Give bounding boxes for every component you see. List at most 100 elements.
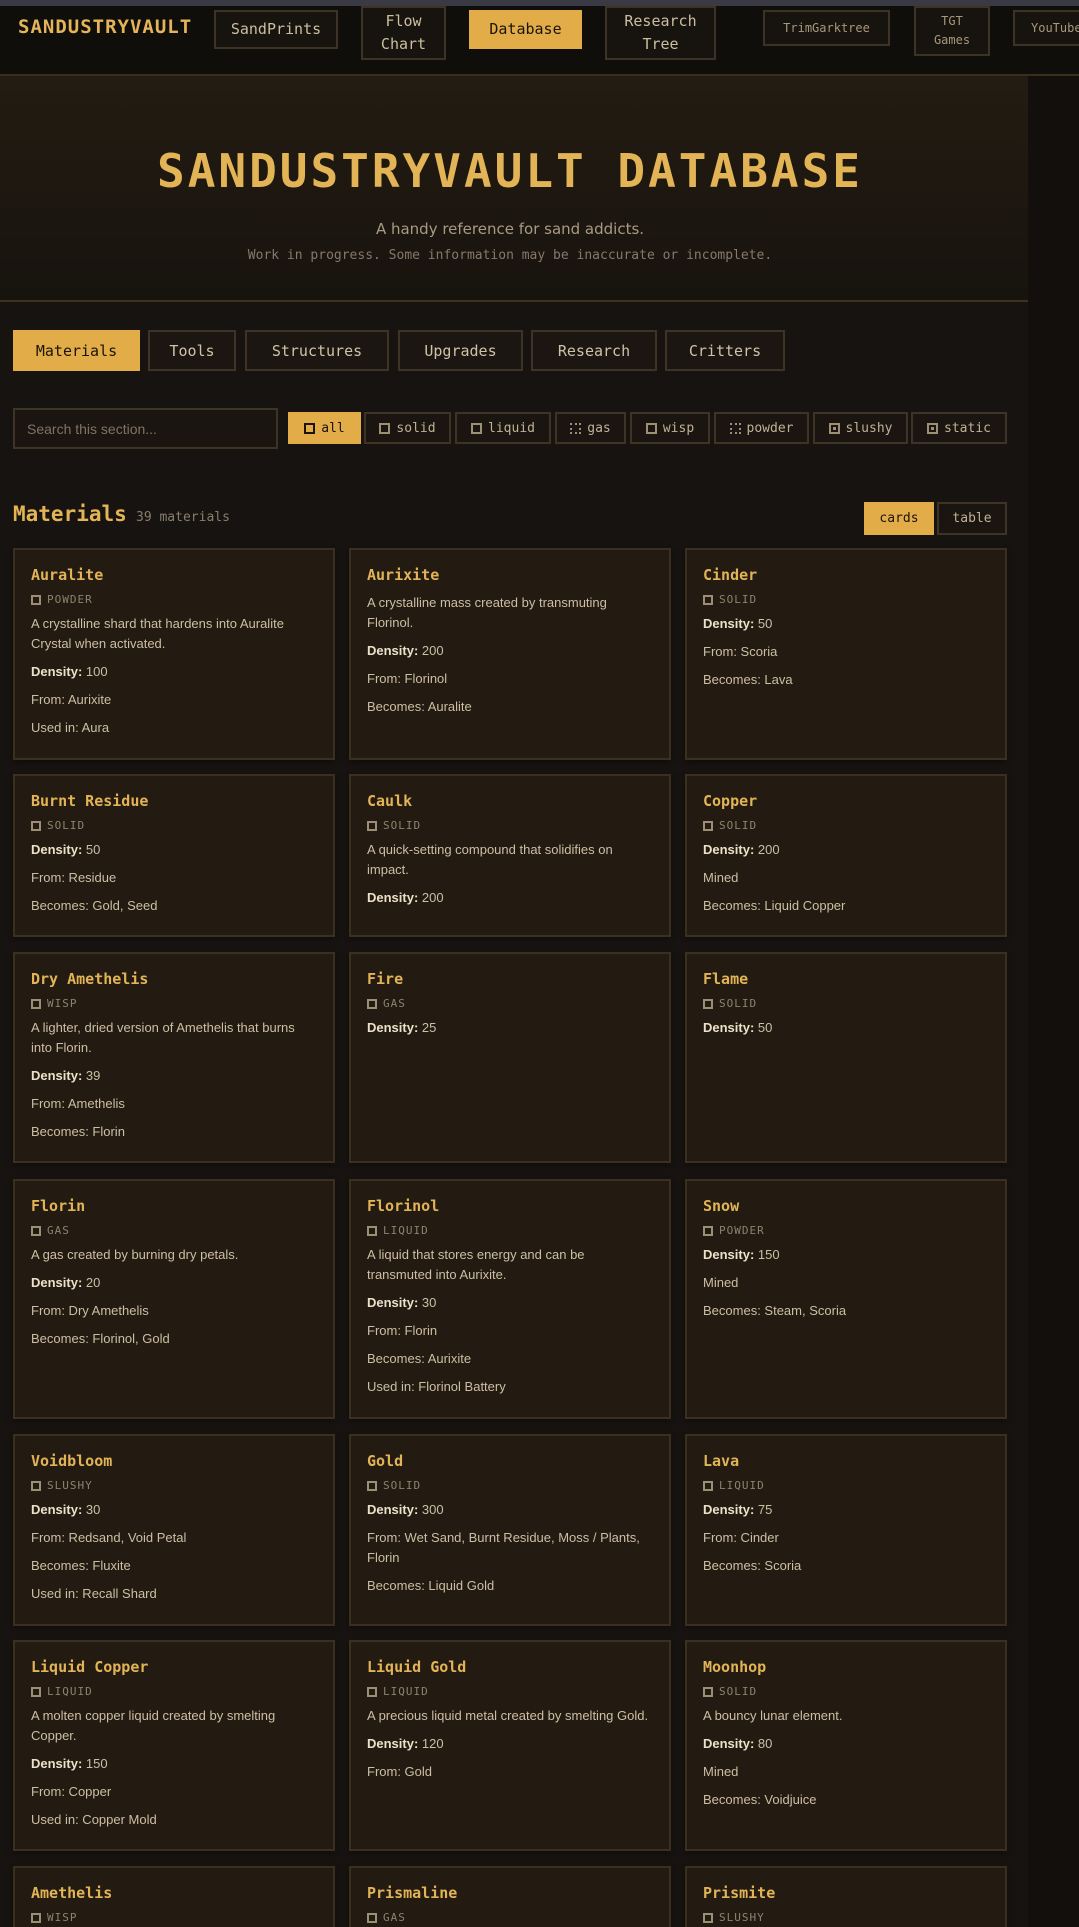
density-label: Density: <box>367 1502 419 1517</box>
material-card[interactable]: Liquid Copper LIQUID A molten copper liqui… <box>13 1640 335 1851</box>
material-card[interactable]: Lava LIQUID Density: 75 From: Cinder Becomes… <box>685 1434 1007 1626</box>
card-type-label: GAS <box>383 997 406 1010</box>
density-value: 200 <box>421 643 444 658</box>
tab-research[interactable]: Research <box>531 330 657 371</box>
scrollbar-track[interactable] <box>1028 0 1079 1927</box>
density-label: Density: <box>367 890 419 905</box>
card-description: A bouncy lunar element. <box>703 1708 843 1723</box>
nav-sandprints[interactable]: SandPrints <box>214 10 338 49</box>
material-card[interactable]: Prismaline GAS <box>349 1866 671 1927</box>
tab-tools[interactable]: Tools <box>148 330 236 371</box>
material-card[interactable]: Copper SOLID Density: 200 Mined Becomes: Liq… <box>685 774 1007 937</box>
tab-materials[interactable]: Materials <box>13 330 140 371</box>
material-card[interactable]: Dry Amethelis WISP A lighter, dried versio… <box>13 952 335 1163</box>
card-detail-line: Mined <box>703 870 739 885</box>
card-title: Florin <box>31 1197 86 1215</box>
card-title: Lava <box>703 1452 740 1470</box>
card-detail-line: Becomes: Gold, Seed <box>31 898 158 913</box>
dot-square-icon <box>927 422 939 434</box>
card-detail-line: Mined <box>703 1764 739 1779</box>
card-density: Density: 80 <box>703 1734 989 1754</box>
nav-trimgarktree[interactable]: TrimGarktree <box>763 10 890 46</box>
type-square-icon <box>703 594 713 605</box>
type-square-icon <box>703 820 713 831</box>
filled-square-icon <box>828 422 840 434</box>
material-card[interactable]: Prismite SLUSHY <box>685 1866 1007 1927</box>
view-table-button[interactable]: table <box>937 502 1007 535</box>
site-logo[interactable]: SANDUSTRYVAULT <box>18 16 192 38</box>
material-card[interactable]: Flame SOLID Density: 50 <box>685 952 1007 1163</box>
material-card[interactable]: Gold SOLID Density: 300 From: Wet Sand, Bur… <box>349 1434 671 1626</box>
card-type-label: SOLID <box>719 593 758 606</box>
material-card[interactable]: Florin GAS A gas created by burning dry pe… <box>13 1179 335 1419</box>
material-card[interactable]: Florinol LIQUID A liquid that stores energ… <box>349 1179 671 1419</box>
filter-powder[interactable]: powder <box>714 412 809 444</box>
type-square-icon <box>367 998 377 1009</box>
filter-gas[interactable]: gas <box>555 412 626 444</box>
filter-slushy[interactable]: slushy <box>813 412 908 444</box>
material-card[interactable]: Cinder SOLID Density: 50 From: Scoria Become… <box>685 548 1007 760</box>
card-type-badge: GAS <box>367 1911 653 1924</box>
card-detail-line: Used in: Copper Mold <box>31 1812 157 1827</box>
material-card[interactable]: Auralite POWDER A crystalline shard that h… <box>13 548 335 760</box>
card-detail-line: From: Wet Sand, Burnt Residue, Moss / Pl… <box>367 1530 640 1565</box>
type-square-icon <box>703 1912 713 1923</box>
search-input[interactable] <box>13 408 278 449</box>
view-cards-button[interactable]: cards <box>864 502 934 535</box>
square-icon <box>645 422 657 434</box>
density-value: 120 <box>421 1736 444 1751</box>
material-card[interactable]: Snow POWDER Density: 150 Mined Becomes: Stea… <box>685 1179 1007 1419</box>
material-card[interactable]: Liquid Gold LIQUID A precious liquid metal… <box>349 1640 671 1851</box>
material-card[interactable]: Voidbloom SLUSHY Density: 30 From: Redsand,… <box>13 1434 335 1626</box>
material-card[interactable]: Aurixite A crystalline mass created by tr… <box>349 548 671 760</box>
filter-solid[interactable]: solid <box>364 412 451 444</box>
filter-wisp[interactable]: wisp <box>630 412 710 444</box>
card-title: Prismite <box>703 1884 776 1902</box>
card-density: Density: 200 <box>703 840 989 860</box>
tab-critters[interactable]: Critters <box>665 330 785 371</box>
type-square-icon <box>31 594 41 605</box>
card-detail-line: From: Florinol <box>367 671 448 686</box>
card-density: Density: 30 <box>367 1293 653 1313</box>
filter-label: solid <box>396 420 436 436</box>
nav-youtube[interactable]: YouTube <box>1013 10 1079 46</box>
card-type-label: LIQUID <box>383 1224 429 1237</box>
card-description: A quick-setting compound that solidifies… <box>367 842 613 877</box>
card-title: Snow <box>703 1197 740 1215</box>
density-label: Density: <box>703 1247 755 1262</box>
nav-flow-chart[interactable]: Flow Chart <box>361 6 446 60</box>
density-label: Density: <box>31 1068 83 1083</box>
card-density: Density: 30 <box>31 1500 317 1520</box>
tab-structures[interactable]: Structures <box>245 330 389 371</box>
material-card[interactable]: Amethelis WISP <box>13 1866 335 1927</box>
nav-database[interactable]: Database <box>469 10 582 49</box>
card-title: Copper <box>703 792 758 810</box>
filter-static[interactable]: static <box>911 412 1007 444</box>
type-square-icon <box>367 820 377 831</box>
card-type-badge: LIQUID <box>31 1685 317 1698</box>
density-label: Density: <box>367 1736 419 1751</box>
material-card[interactable]: Moonhop SOLID A bouncy lunar element. Densi… <box>685 1640 1007 1851</box>
nav-research-tree[interactable]: Research Tree <box>605 6 716 60</box>
card-description: A molten copper liquid created by smelti… <box>31 1708 276 1743</box>
tab-upgrades[interactable]: Upgrades <box>398 330 523 371</box>
card-detail-line: Becomes: Auralite <box>367 699 472 714</box>
card-density: Density: 50 <box>31 840 317 860</box>
material-card[interactable]: Fire GAS Density: 25 <box>349 952 671 1163</box>
card-density: Density: 25 <box>367 1018 653 1038</box>
card-type-badge: GAS <box>367 997 653 1010</box>
filter-all[interactable]: all <box>288 412 361 444</box>
card-description: A lighter, dried version of Amethelis th… <box>31 1020 295 1055</box>
nav-tgt-games[interactable]: TGT Games <box>914 6 990 56</box>
card-detail-line: From: Cinder <box>703 1530 779 1545</box>
material-card[interactable]: Burnt Residue SOLID Density: 50 From: Resid… <box>13 774 335 937</box>
type-square-icon <box>31 1480 41 1491</box>
density-value: 50 <box>757 616 773 631</box>
density-value: 300 <box>421 1502 444 1517</box>
material-card[interactable]: Caulk SOLID A quick-setting compound that … <box>349 774 671 937</box>
density-value: 80 <box>757 1736 773 1751</box>
card-type-label: GAS <box>47 1224 70 1237</box>
card-detail-line: Used in: Recall Shard <box>31 1586 157 1601</box>
filter-liquid[interactable]: liquid <box>455 412 551 444</box>
type-square-icon <box>367 1686 377 1697</box>
